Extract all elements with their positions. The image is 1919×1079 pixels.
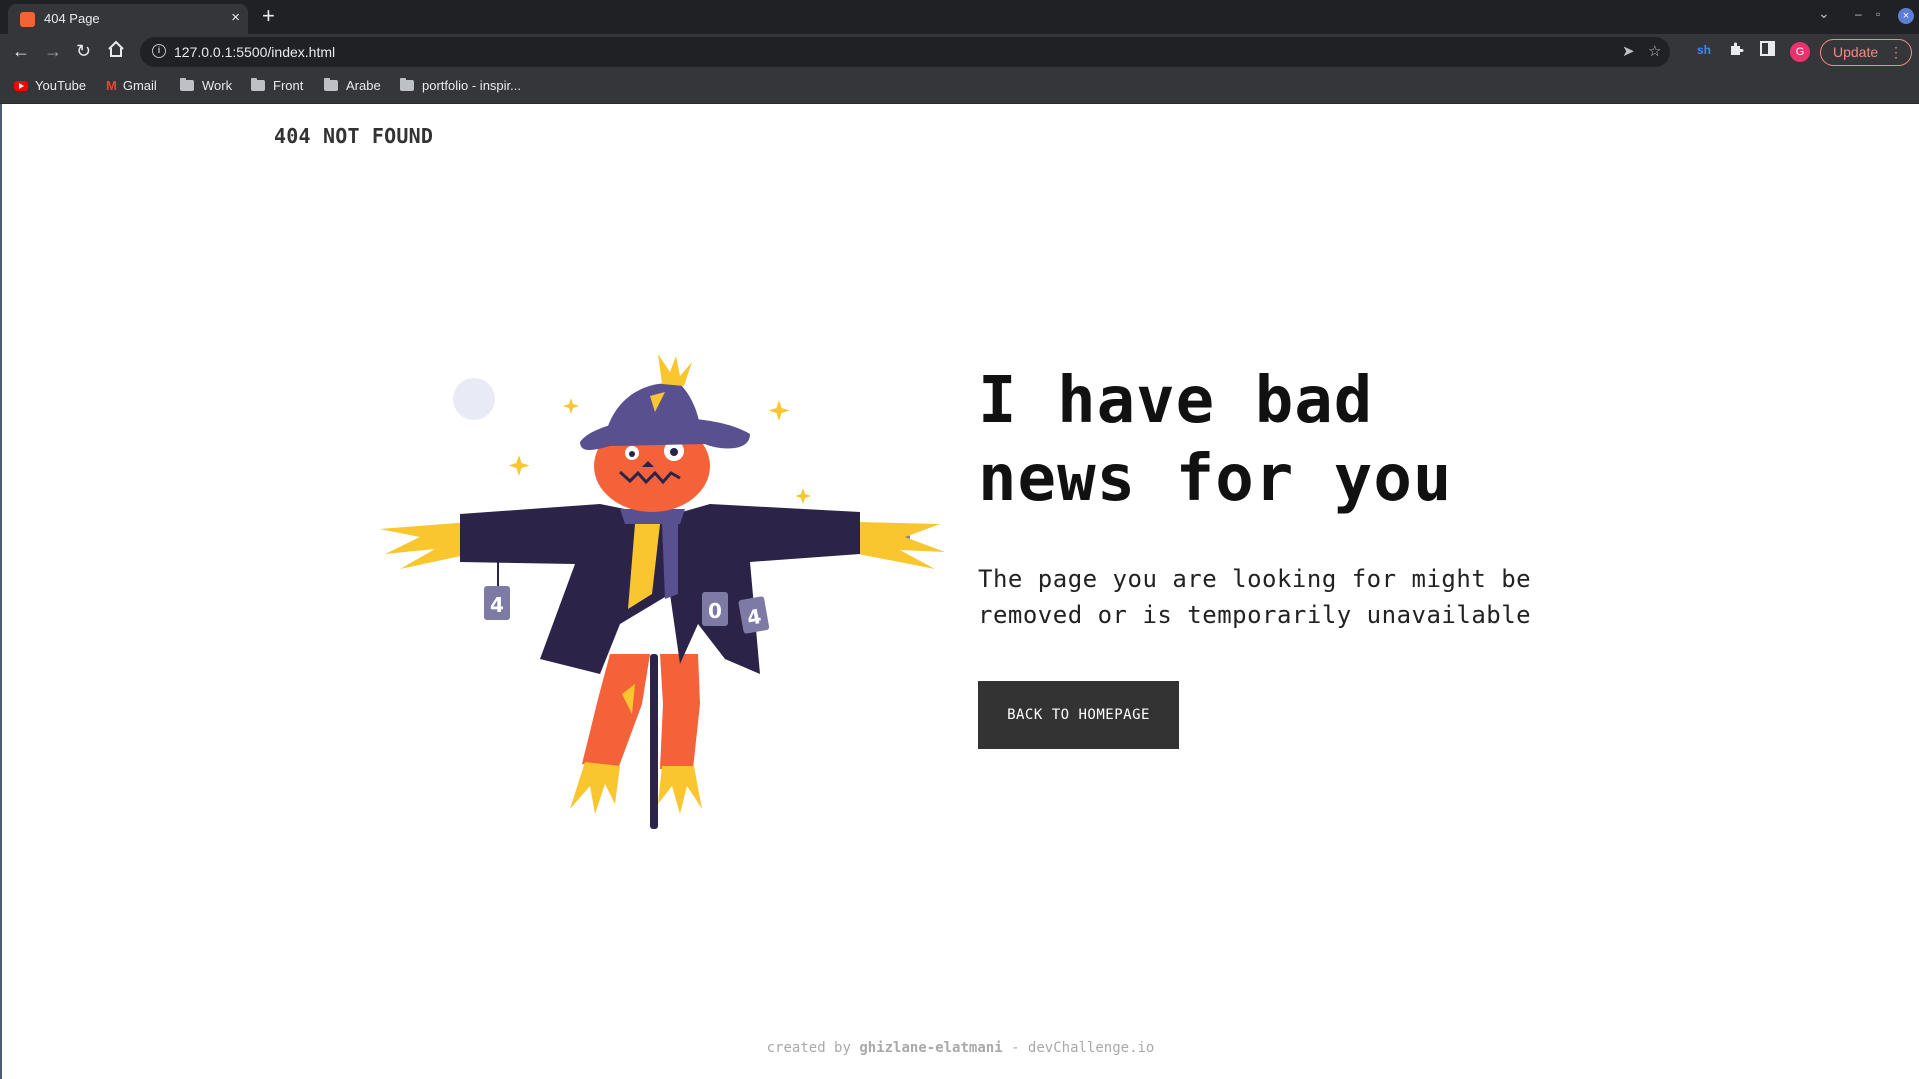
footer-suffix: - devChallenge.io bbox=[1002, 1040, 1155, 1056]
extension-sh-icon[interactable]: sh bbox=[1697, 43, 1711, 57]
bookmark-work[interactable]: Work bbox=[180, 78, 232, 93]
browser-tab[interactable]: 404 Page × bbox=[8, 4, 248, 34]
tab-search-chevron-icon[interactable]: ⌄ bbox=[1818, 5, 1830, 22]
bookmark-gmail[interactable]: M Gmail bbox=[106, 78, 157, 93]
footer: created by ghizlane-elatmani - devChalle… bbox=[2, 1040, 1919, 1056]
sparkle-icon bbox=[768, 400, 790, 421]
hat-crown-shape bbox=[605, 383, 701, 439]
restore-icon[interactable]: ▫ bbox=[1876, 7, 1880, 21]
new-tab-icon[interactable]: + bbox=[262, 3, 275, 29]
tab-close-icon[interactable]: × bbox=[231, 9, 240, 26]
can-digit-1: 4 bbox=[490, 593, 504, 617]
reload-icon[interactable]: ↻ bbox=[76, 41, 91, 61]
home-icon[interactable] bbox=[107, 40, 125, 62]
page-viewport: 404 NOT FOUND 4 0 4 I have bad news for … bbox=[0, 104, 1919, 1079]
sparkle-icon bbox=[795, 488, 811, 504]
bookmark-arabe[interactable]: Arabe bbox=[324, 78, 381, 93]
bookmark-youtube[interactable]: YouTube bbox=[14, 78, 86, 93]
back-arrow-icon[interactable]: ← bbox=[12, 41, 30, 61]
coat-shape bbox=[460, 504, 860, 674]
bookmark-front[interactable]: Front bbox=[251, 78, 303, 93]
bookmark-portfolio[interactable]: portfolio - inspir... bbox=[400, 78, 521, 93]
bookmark-label: Arabe bbox=[346, 78, 381, 93]
footer-author-link[interactable]: ghizlane-elatmani bbox=[859, 1040, 1002, 1056]
bookmark-label: portfolio - inspir... bbox=[422, 78, 521, 93]
minimize-icon[interactable]: – bbox=[1855, 7, 1862, 21]
straw-right-hand bbox=[858, 522, 945, 569]
sparkle-icon bbox=[563, 398, 579, 414]
folder-icon bbox=[180, 78, 194, 91]
back-to-homepage-button[interactable]: BACK TO HOMEPAGE bbox=[978, 681, 1179, 749]
youtube-icon bbox=[14, 81, 28, 91]
gmail-icon: M bbox=[106, 78, 117, 93]
hat-straw-shape bbox=[658, 354, 692, 386]
puzzle-icon[interactable] bbox=[1728, 41, 1744, 61]
profile-avatar[interactable]: G bbox=[1790, 42, 1810, 62]
url-text[interactable]: 127.0.0.1:5500/index.html bbox=[174, 44, 335, 60]
sparkle-icon bbox=[508, 455, 530, 476]
bookmark-label: Gmail bbox=[122, 78, 157, 93]
folder-icon bbox=[324, 78, 338, 91]
tab-title: 404 Page bbox=[44, 11, 100, 26]
headline-line-1: I have bad bbox=[978, 364, 1374, 438]
can-icon: 0 bbox=[702, 592, 728, 626]
can-digit-2: 0 bbox=[708, 599, 722, 623]
tab-bar: 404 Page × + ⌄ – ▫ × bbox=[0, 0, 1919, 34]
straw-left-foot bbox=[570, 762, 620, 814]
address-bar[interactable]: i 127.0.0.1:5500/index.html ➤ ☆ bbox=[140, 37, 1670, 67]
headline-line-2: news for you bbox=[978, 442, 1453, 516]
menu-dots-icon[interactable]: ⋮ bbox=[1889, 40, 1903, 65]
folder-icon bbox=[251, 78, 265, 91]
right-leg-shape bbox=[660, 654, 700, 769]
bookmark-label: YouTube bbox=[35, 78, 87, 93]
side-panel-icon[interactable] bbox=[1760, 41, 1775, 60]
star-icon[interactable]: ☆ bbox=[1648, 42, 1661, 60]
bookmark-label: Front bbox=[273, 78, 304, 93]
bookmarks-bar: YouTube M Gmail Work Front Arabe portfoli… bbox=[0, 70, 1919, 104]
bookmark-label: Work bbox=[202, 78, 233, 93]
folder-icon bbox=[400, 78, 414, 91]
window-close-icon[interactable]: × bbox=[1898, 8, 1914, 24]
scarecrow-illustration: 4 0 4 bbox=[380, 354, 945, 829]
headline: I have bad news for you bbox=[978, 362, 1452, 518]
subtext: The page you are looking for might be re… bbox=[978, 565, 1532, 629]
straw-left-hand bbox=[380, 522, 470, 569]
forward-arrow-icon[interactable]: → bbox=[44, 41, 62, 61]
moon-shape bbox=[453, 378, 495, 420]
straw-right-foot bbox=[658, 766, 702, 814]
update-button[interactable]: Update ⋮ bbox=[1820, 39, 1912, 66]
can-icon: 4 bbox=[484, 586, 510, 620]
pole-shape bbox=[650, 654, 658, 829]
info-icon[interactable]: i bbox=[152, 44, 166, 58]
page-logo[interactable]: 404 NOT FOUND bbox=[274, 124, 433, 148]
update-label: Update bbox=[1833, 44, 1879, 60]
send-icon[interactable]: ➤ bbox=[1622, 42, 1635, 60]
favicon-icon bbox=[20, 12, 35, 27]
browser-toolbar: ← → ↻ i 127.0.0.1:5500/index.html ➤ ☆ bbox=[0, 34, 1919, 70]
footer-prefix: created by bbox=[766, 1040, 860, 1056]
